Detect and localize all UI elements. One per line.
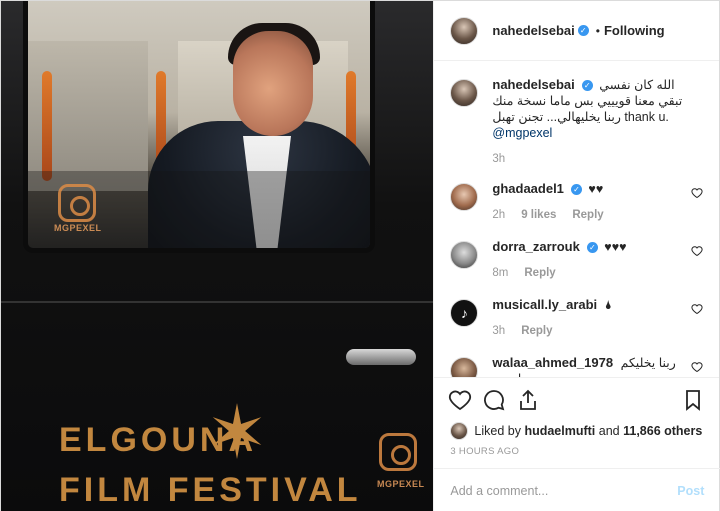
- verified-badge-icon: ✓: [570, 184, 582, 196]
- comment-reply-button[interactable]: Reply: [524, 265, 555, 281]
- bookmark-icon[interactable]: [681, 388, 705, 412]
- instagram-post: MGPEXEL ELGOUNA FILM FESTIVAL ✶ MGPEXEL …: [0, 0, 720, 511]
- caption-username[interactable]: nahedelsebai: [492, 77, 574, 92]
- man-face: [233, 31, 313, 136]
- post-timestamp: 3 HOURS AGO: [450, 446, 520, 457]
- commenter-avatar[interactable]: [450, 241, 479, 269]
- add-comment-bar: Post: [434, 468, 720, 511]
- comment-item: walaa_ahmed_1978 ربنا يخليكم لبعض: [450, 355, 703, 377]
- comment-username[interactable]: ghadaadel1: [492, 181, 564, 196]
- comment-likes-count[interactable]: 9 likes: [521, 207, 556, 223]
- separator-dot: •: [595, 23, 600, 38]
- liked-by-others[interactable]: 11,866 others: [623, 424, 702, 438]
- comments-list[interactable]: nahedelsebai ✓ الله كان نفسي تبقي معنا قو…: [434, 61, 719, 378]
- comment-body: ghadaadel1 ✓ ♥♥ 2h 9 likes Reply: [492, 181, 703, 223]
- following-button[interactable]: Following: [604, 23, 665, 38]
- instagram-watermark-icon: [379, 433, 417, 471]
- watermark-text: MGPEXEL: [54, 223, 102, 233]
- liked-by-row: Liked by hudaelmufti and 11,866 others: [434, 422, 719, 440]
- comment-body: musicall.ly_arabi 🌢 3h Reply: [492, 297, 703, 339]
- comment-body: walaa_ahmed_1978 ربنا يخليكم لبعض: [492, 355, 703, 377]
- comment-body: dorra_zarrouk ✓ ♥♥♥ 8m Reply: [492, 239, 703, 281]
- verified-badge-icon: ✓: [581, 80, 593, 92]
- liked-by-and: and: [598, 424, 620, 438]
- comment-bubble-icon[interactable]: [482, 388, 506, 412]
- add-comment-input[interactable]: [450, 483, 678, 498]
- caption: nahedelsebai ✓ الله كان نفسي تبقي معنا قو…: [450, 77, 703, 167]
- verified-badge-icon: ✓: [586, 242, 598, 254]
- watermark-text: MGPEXEL: [377, 479, 425, 489]
- verified-badge-icon: ✓: [577, 25, 589, 36]
- heart-icon[interactable]: [691, 303, 703, 315]
- comment-time: 2h: [492, 209, 506, 221]
- comment-item: ♪ musicall.ly_arabi 🌢 3h Reply: [450, 297, 703, 339]
- post-photo[interactable]: MGPEXEL ELGOUNA FILM FESTIVAL ✶ MGPEXEL: [1, 1, 434, 511]
- door-line: [1, 301, 434, 303]
- author-avatar[interactable]: [450, 16, 479, 45]
- share-icon[interactable]: [516, 388, 540, 412]
- caption-mention-link[interactable]: @mgpexel: [492, 126, 552, 140]
- comment-reply-button[interactable]: Reply: [521, 323, 552, 339]
- post-header: nahedelsebai ✓ • Following: [434, 1, 719, 61]
- comment-text: 🌢: [604, 298, 613, 312]
- caption-body: nahedelsebai ✓ الله كان نفسي تبقي معنا قو…: [492, 77, 703, 167]
- author-avatar[interactable]: [450, 79, 479, 107]
- comment-reply-button[interactable]: Reply: [572, 207, 603, 223]
- commenter-avatar[interactable]: [450, 183, 479, 211]
- door-handle: [346, 349, 416, 365]
- tiktok-avatar-icon[interactable]: ♪: [450, 299, 479, 327]
- comment-username[interactable]: musicall.ly_arabi: [492, 297, 597, 312]
- like-heart-icon[interactable]: [448, 388, 472, 412]
- post-side-panel: nahedelsebai ✓ • Following nahedelsebai ✓…: [433, 1, 720, 511]
- orange-pillar: [42, 71, 52, 181]
- festival-title-line2: FILM FESTIVAL: [59, 471, 362, 509]
- heart-icon[interactable]: [691, 361, 703, 373]
- comment-time: 8m: [492, 267, 509, 279]
- comment-text: ♥♥♥: [604, 240, 627, 254]
- liked-by-user[interactable]: hudaelmufti: [524, 424, 595, 438]
- comment-item: ghadaadel1 ✓ ♥♥ 2h 9 likes Reply: [450, 181, 703, 223]
- heart-icon[interactable]: [691, 187, 703, 199]
- action-bar: [434, 378, 719, 422]
- comment-username[interactable]: walaa_ahmed_1978: [492, 355, 613, 370]
- starfish-logo-icon: ✶: [206, 391, 269, 474]
- liker-avatar[interactable]: [450, 422, 469, 440]
- heart-icon[interactable]: [691, 245, 703, 257]
- comment-item: dorra_zarrouk ✓ ♥♥♥ 8m Reply: [450, 239, 703, 281]
- car-window: MGPEXEL: [23, 1, 375, 253]
- comment-text: ♥♥: [588, 182, 604, 196]
- caption-text-english: thank u.: [624, 110, 669, 124]
- comment-username[interactable]: dorra_zarrouk: [492, 239, 579, 254]
- instagram-watermark-icon: [58, 184, 96, 222]
- post-comment-button[interactable]: Post: [677, 484, 704, 498]
- commenter-avatar[interactable]: [450, 357, 479, 377]
- author-username[interactable]: nahedelsebai: [492, 23, 574, 38]
- comment-time: 3h: [492, 325, 506, 337]
- caption-time: 3h: [492, 153, 506, 165]
- liked-by-prefix: Liked by: [474, 424, 521, 438]
